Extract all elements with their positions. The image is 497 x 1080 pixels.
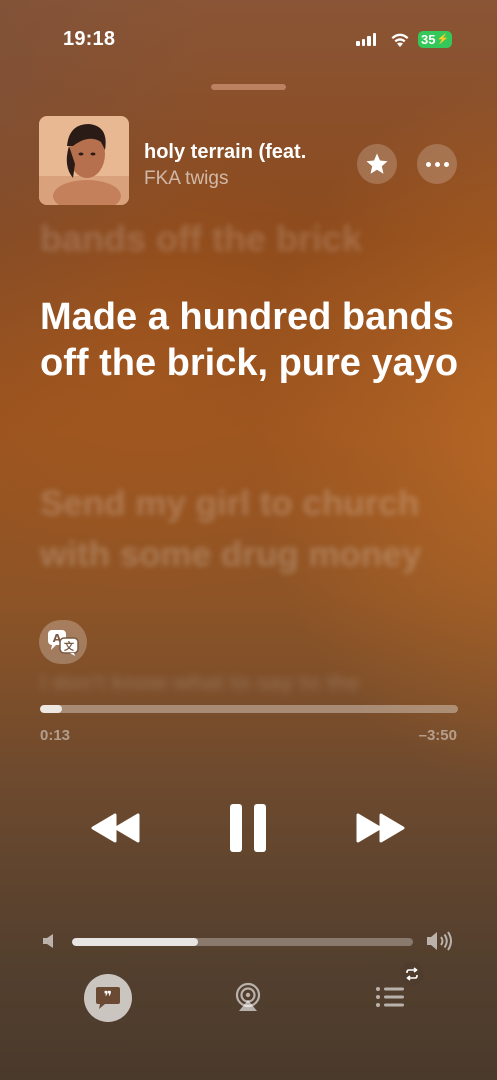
quote-bubble-icon: ❞ (96, 987, 120, 1009)
repeat-badge[interactable] (400, 962, 424, 986)
svg-text:❞: ❞ (104, 989, 112, 1005)
favorite-button[interactable] (357, 144, 397, 184)
cellular-signal-icon (356, 33, 376, 46)
playback-progress-fill (40, 705, 63, 713)
fast-forward-icon (356, 813, 405, 843)
charging-bolt-icon: ⚡ (436, 34, 449, 45)
rewind-icon (91, 813, 140, 843)
sheet-grabber[interactable] (211, 84, 286, 90)
wifi-icon (391, 33, 409, 47)
battery-indicator: 35 ⚡ (418, 31, 452, 48)
more-options-button[interactable] (417, 144, 457, 184)
song-title[interactable]: holy terrain (feat. (144, 141, 306, 164)
translate-icon: A 文 (48, 630, 79, 656)
ellipsis-icon (425, 161, 449, 167)
album-artwork[interactable] (39, 116, 129, 205)
remaining-time: –3:50 (418, 727, 457, 744)
status-time: 19:18 (63, 28, 116, 50)
volume-low-icon (43, 934, 53, 948)
volume-slider[interactable] (72, 938, 413, 946)
pause-icon (230, 804, 266, 852)
lyric-line-current[interactable]: Made a hundred bands off the brick, pure… (40, 294, 470, 386)
lyric-line-upcoming[interactable]: I don't know what to say to the (40, 660, 359, 706)
translate-lyrics-button[interactable]: A 文 (39, 620, 87, 664)
battery-level: 35 (421, 32, 436, 47)
lyric-line-previous[interactable]: bands off the brick (40, 216, 362, 262)
elapsed-time: 0:13 (40, 727, 71, 744)
playback-scrubber[interactable] (40, 705, 458, 713)
lyrics-toggle-button[interactable]: ❞ (84, 974, 132, 1022)
airplay-icon[interactable] (233, 982, 263, 1012)
artist-name[interactable]: FKA twigs (144, 168, 228, 190)
lyric-line-next[interactable]: Send my girl to church with some drug mo… (40, 478, 460, 580)
fast-forward-button[interactable] (353, 800, 407, 856)
repeat-icon (406, 967, 418, 981)
svg-text:文: 文 (64, 640, 75, 653)
queue-list-icon[interactable] (375, 985, 405, 1009)
volume-high-icon (427, 931, 452, 951)
star-icon (366, 153, 388, 174)
rewind-button[interactable] (89, 800, 143, 856)
volume-level-fill (72, 938, 199, 946)
pause-button[interactable] (222, 800, 274, 856)
